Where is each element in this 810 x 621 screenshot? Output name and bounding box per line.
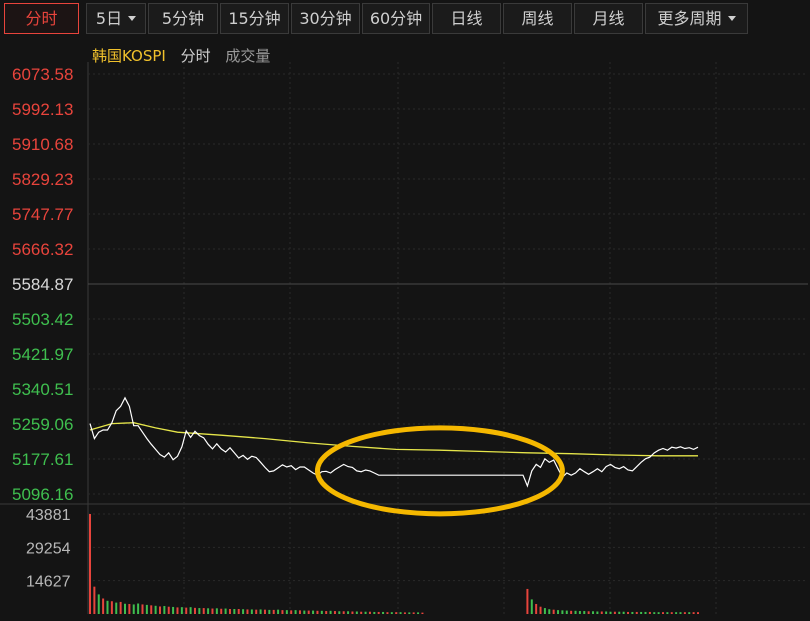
y-tick-label: 5992.13: [12, 100, 73, 119]
y-tick-label: 5096.16: [12, 485, 73, 504]
y-tick-label: 5829.23: [12, 170, 73, 189]
y-tick-label: 6073.58: [12, 65, 73, 84]
volume-tick-label: 29254: [26, 540, 71, 557]
y-tick-label: 5259.06: [12, 415, 73, 434]
y-tick-label: 5666.32: [12, 240, 73, 259]
y-tick-label: 5503.42: [12, 310, 73, 329]
average-price-line: [89, 422, 698, 457]
y-tick-label: 5177.61: [12, 450, 73, 469]
y-tick-label: 5421.97: [12, 345, 73, 364]
y-tick-label: 5584.87: [12, 275, 73, 294]
intraday-chart: 6073.58 5992.13 5910.68 5829.23 5747.77 5666.…: [0, 62, 810, 614]
highlight-ellipse: [314, 425, 565, 517]
y-tick-label: 5747.77: [12, 205, 73, 224]
volume-tick-label: 14627: [26, 574, 71, 591]
price-line: [89, 396, 699, 488]
y-tick-label: 5910.68: [12, 135, 73, 154]
volume-tick-label: 43881: [26, 507, 71, 524]
y-tick-label: 5340.51: [12, 380, 73, 399]
